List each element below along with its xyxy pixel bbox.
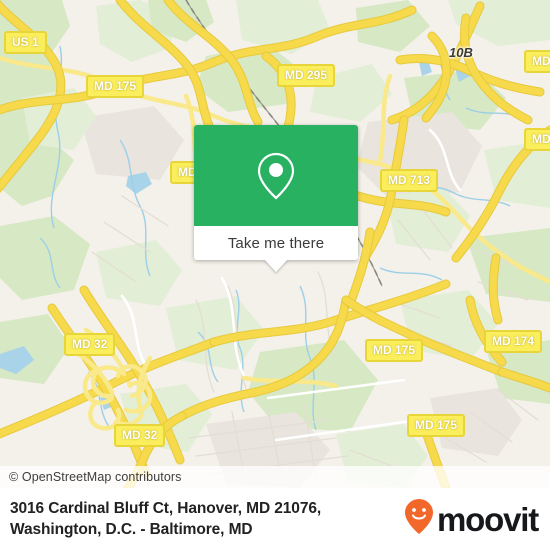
address-line-1: 3016 Cardinal Bluff Ct, Hanover, MD 2107… — [10, 500, 322, 517]
map-pin-icon — [255, 150, 297, 202]
popup-header — [194, 125, 358, 226]
road-shield: MD 32 — [114, 424, 166, 447]
road-shield: MD 174 — [484, 330, 543, 353]
road-shield: MD — [524, 128, 550, 151]
moovit-wordmark: moovit — [437, 500, 539, 538]
map-attribution: © OpenStreetMap contributors — [0, 466, 550, 488]
take-me-there-label: Take me there — [227, 234, 325, 252]
road-shield: MD — [524, 50, 550, 73]
map-canvas[interactable]: .land { fill:#f4f1ea; } .green { fill:#d… — [0, 0, 550, 488]
footer-bar: 3016 Cardinal Bluff Ct, Hanover, MD 2107… — [0, 488, 550, 550]
road-shield: MD 175 — [407, 414, 466, 437]
road-shield: MD 295 — [277, 64, 336, 87]
address-line-2: Washington, D.C. - Baltimore, MD — [10, 521, 253, 538]
road-shield: MD 175 — [365, 339, 424, 362]
popup-pointer — [264, 259, 288, 272]
take-me-there-button[interactable]: Take me there — [194, 226, 358, 260]
location-popup[interactable]: Take me there — [194, 125, 358, 272]
road-shield: MD 32 — [64, 333, 116, 356]
attribution-text: © OpenStreetMap contributors — [9, 470, 182, 484]
address-block: 3016 Cardinal Bluff Ct, Hanover, MD 2107… — [0, 498, 321, 540]
moovit-brand[interactable]: moovit — [404, 498, 550, 541]
road-shield: MD 713 — [380, 169, 439, 192]
highway-exit-label: 10B — [449, 45, 473, 60]
road-shield: US 1 — [4, 31, 47, 54]
moovit-smiley-pin-icon — [404, 498, 434, 541]
road-shield: MD 175 — [86, 75, 145, 98]
screenshot-root: .land { fill:#f4f1ea; } .green { fill:#d… — [0, 0, 550, 550]
